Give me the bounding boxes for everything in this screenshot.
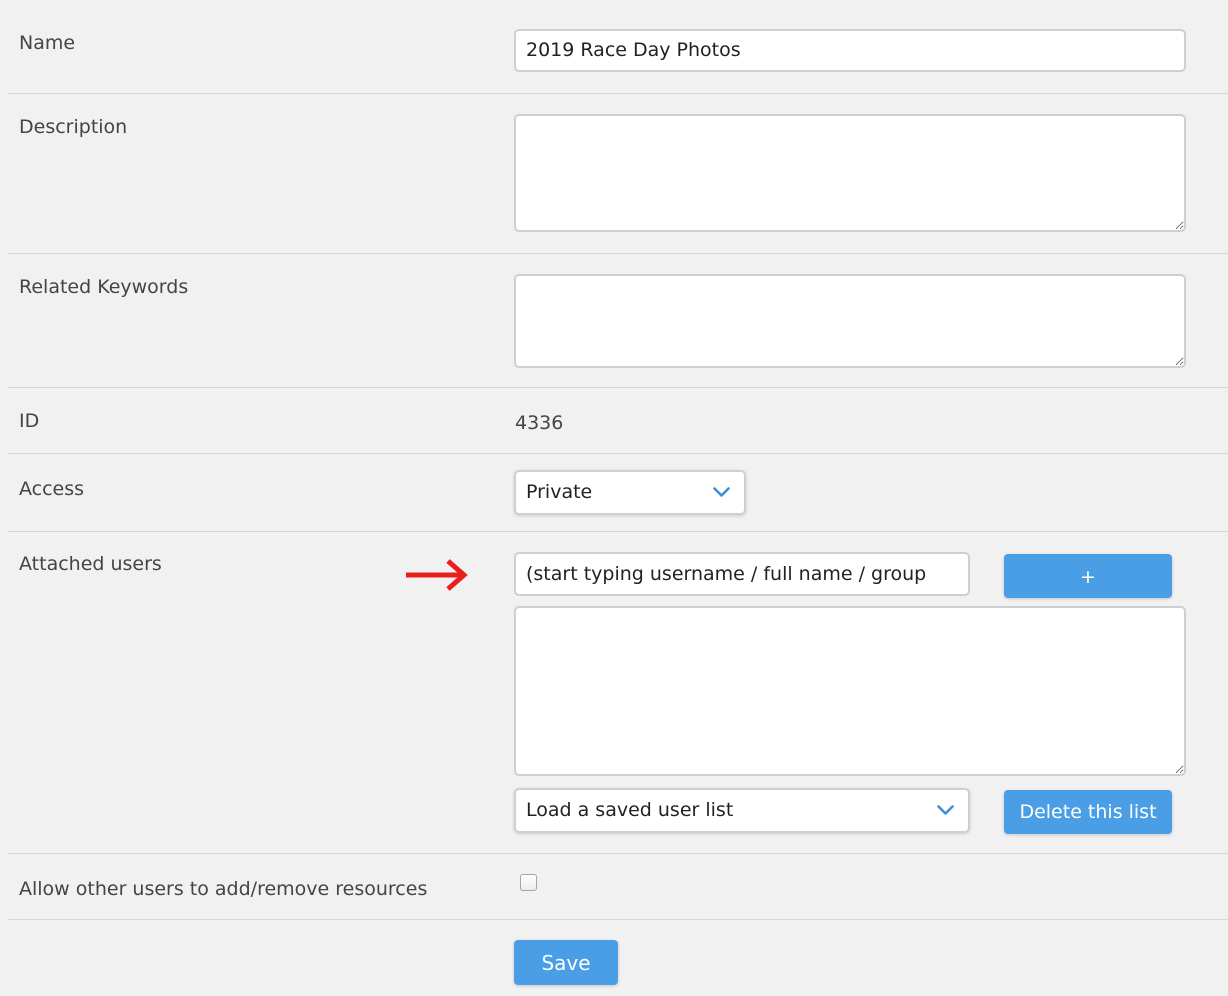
saved-user-list-select[interactable]: Load a saved user list xyxy=(514,788,970,833)
saved-user-list-selected-value: Load a saved user list xyxy=(526,799,734,821)
chevron-down-icon xyxy=(937,790,954,831)
access-selected-value: Private xyxy=(526,481,593,503)
user-search-input[interactable]: (start typing username / full name / gro… xyxy=(514,552,970,596)
id-label: ID xyxy=(19,410,40,432)
collection-edit-form: Name 2019 Race Day Photos Description Re… xyxy=(0,0,1228,996)
id-value: 4336 xyxy=(515,412,564,434)
name-label: Name xyxy=(19,32,76,54)
access-label: Access xyxy=(19,478,85,500)
description-textarea[interactable] xyxy=(514,114,1186,232)
related-keywords-textarea[interactable] xyxy=(514,274,1186,368)
delete-list-button[interactable]: Delete this list xyxy=(1004,790,1172,834)
attached-users-textarea[interactable] xyxy=(514,606,1186,776)
id-row: ID xyxy=(8,388,1228,454)
name-input[interactable]: 2019 Race Day Photos xyxy=(514,29,1186,72)
access-select[interactable]: Private xyxy=(514,470,746,515)
save-button[interactable]: Save xyxy=(514,940,618,985)
attached-users-label: Attached users xyxy=(19,553,162,575)
arrow-right-icon xyxy=(404,557,470,597)
related-keywords-label: Related Keywords xyxy=(19,276,189,298)
allow-others-label: Allow other users to add/remove resource… xyxy=(19,878,428,900)
allow-others-checkbox[interactable] xyxy=(520,874,537,891)
chevron-down-icon xyxy=(713,472,730,513)
description-label: Description xyxy=(19,116,128,138)
add-user-button[interactable]: + xyxy=(1004,554,1172,598)
allow-others-row: Allow other users to add/remove resource… xyxy=(8,854,1228,920)
